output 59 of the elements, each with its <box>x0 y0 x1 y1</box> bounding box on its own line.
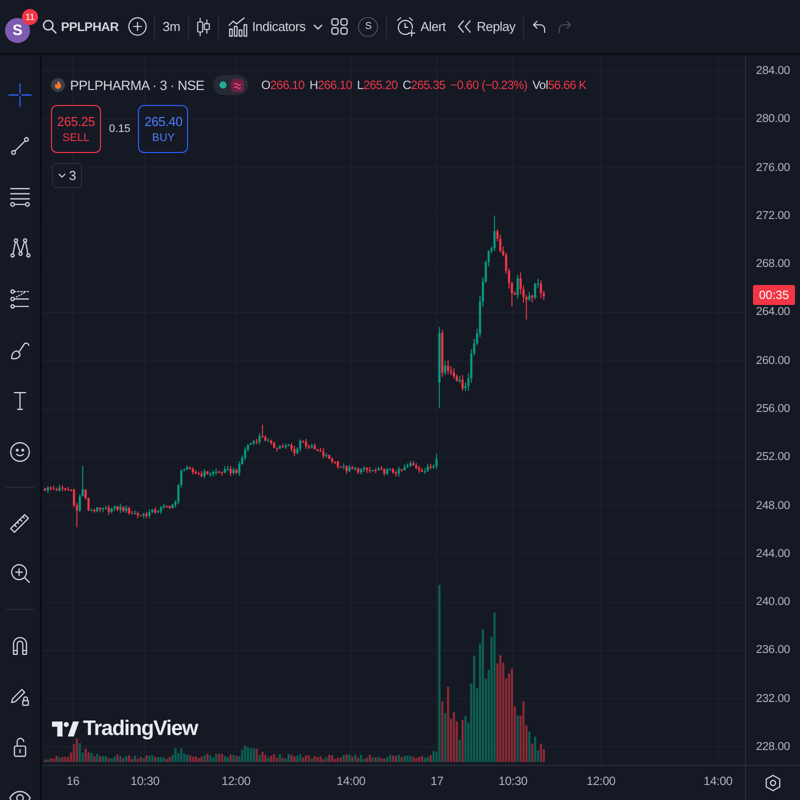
ohlc-reading: L265.20 <box>357 78 398 92</box>
ohlc-reading: H266.10 <box>309 78 352 92</box>
candlestick-icon <box>196 16 212 36</box>
time-label: 10:30 <box>498 774 528 788</box>
countdown-badge: 00:35 <box>753 285 795 305</box>
symbol-title: PPLPHARMA · 3 · NSE <box>70 78 204 92</box>
time-label: 14:00 <box>336 774 366 788</box>
time-label: 17 <box>430 774 444 788</box>
time-label: 16 <box>66 774 80 788</box>
search-icon <box>42 19 57 34</box>
indicators-button[interactable]: Indicators <box>222 10 310 44</box>
price-label: 248.00 <box>756 498 790 513</box>
redo-icon <box>556 18 574 35</box>
price-label: 252.00 <box>756 450 790 464</box>
price-label: 232.00 <box>756 692 790 706</box>
time-label: 12:00 <box>586 774 616 788</box>
settings-icon[interactable] <box>764 774 782 792</box>
rewind-icon <box>456 18 473 35</box>
alert-button[interactable]: Alert <box>390 10 451 44</box>
price-change: −0.60 (−0.23%) <box>450 78 528 92</box>
price-label: 264.00 <box>756 305 790 320</box>
replay-button[interactable]: Replay <box>450 10 520 44</box>
plus-circle-icon <box>128 17 147 36</box>
chevron-down-icon <box>58 173 66 178</box>
ohlc-reading: C265.35 <box>402 78 446 92</box>
interval-button[interactable]: 3m <box>158 10 186 44</box>
time-label: 14:00 <box>703 774 733 788</box>
price-label: 280.00 <box>756 112 790 126</box>
symbol-search-button[interactable]: PPLPHAR <box>39 10 124 44</box>
time-label: 10:30 <box>130 774 160 788</box>
price-label: 228.00 <box>756 740 790 754</box>
circle-letter-button[interactable]: S <box>358 16 378 36</box>
indicators-icon <box>227 16 248 37</box>
price-label: 260.00 <box>756 354 790 368</box>
price-label: 284.00 <box>756 64 790 78</box>
spread-value: 0.15 <box>108 123 132 135</box>
time-label: 12:00 <box>221 774 251 788</box>
logo-mark-icon <box>52 720 79 738</box>
alarm-clock-icon <box>395 16 416 37</box>
notification-badge: 11 <box>22 8 38 24</box>
indicator-toggle-button[interactable]: 3 <box>52 163 82 188</box>
price-label: 240.00 <box>756 595 790 610</box>
crosshair-icon <box>7 82 33 108</box>
price-label: 268.00 <box>756 257 790 272</box>
price-label: 276.00 <box>756 160 790 175</box>
ohlc-reading: O266.10 <box>261 78 304 92</box>
buy-button[interactable]: 265.40 BUY <box>138 105 188 153</box>
grid-icon <box>330 17 350 36</box>
smiley-icon <box>7 439 33 465</box>
sell-button[interactable]: 265.25 SELL <box>51 105 101 153</box>
logo-wordmark: TradingView <box>83 717 198 741</box>
price-label: 236.00 <box>756 643 790 658</box>
flame-icon <box>51 78 65 92</box>
volume-reading: Vol56.66 K <box>532 78 586 92</box>
wave-icon <box>231 78 244 92</box>
chevron-down-icon <box>313 24 324 30</box>
price-label: 244.00 <box>756 546 790 561</box>
price-label: 256.00 <box>756 402 790 416</box>
price-label: 272.00 <box>756 208 790 223</box>
